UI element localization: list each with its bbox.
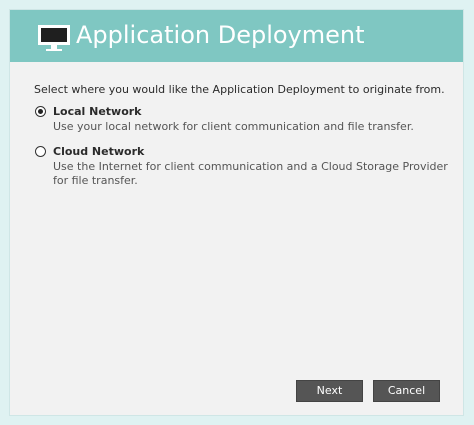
local-network-description: Use your local network for client commun… — [53, 120, 414, 133]
cloud-network-label[interactable]: Cloud Network — [53, 145, 144, 158]
local-network-label[interactable]: Local Network — [53, 105, 142, 118]
dialog-title: Application Deployment — [76, 21, 365, 49]
cloud-network-radio[interactable] — [35, 146, 46, 157]
dialog-header: Application Deployment — [10, 10, 463, 62]
cloud-network-description: Use the Internet for client communicatio… — [53, 160, 448, 187]
cancel-button[interactable]: Cancel — [373, 380, 440, 402]
application-deployment-dialog: Application Deployment Select where you … — [9, 9, 464, 416]
monitor-icon — [38, 25, 70, 51]
local-network-radio[interactable] — [35, 106, 46, 117]
next-button[interactable]: Next — [296, 380, 363, 402]
instruction-text: Select where you would like the Applicat… — [34, 83, 445, 96]
